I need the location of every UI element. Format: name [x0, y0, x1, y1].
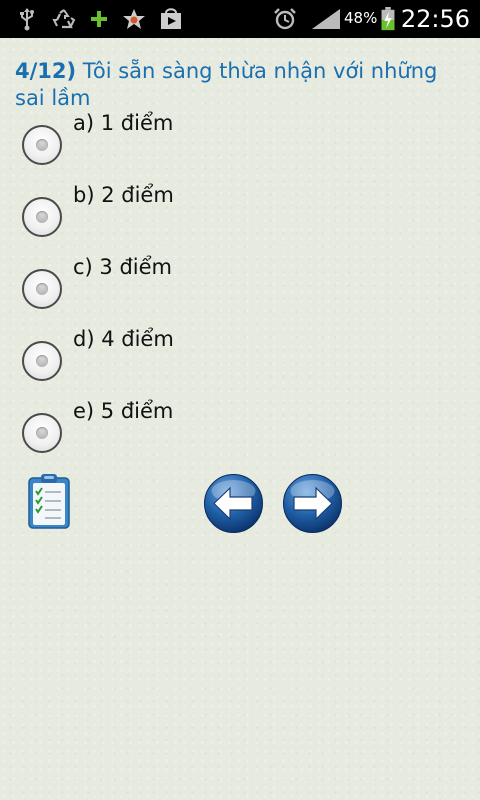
option-b[interactable]: b) 2 điểm	[22, 183, 422, 257]
option-label-b: b) 2 điểm	[73, 183, 174, 207]
alarm-icon	[274, 8, 296, 30]
option-label-c: c) 3 điểm	[73, 255, 172, 279]
option-d[interactable]: d) 4 điểm	[22, 327, 422, 401]
radio-button-b[interactable]	[22, 197, 62, 237]
option-a[interactable]: a) 1 điểm	[22, 111, 422, 185]
plus-icon	[91, 11, 107, 27]
recycle-icon	[52, 9, 76, 29]
play-store-icon	[161, 8, 181, 29]
radio-button-e[interactable]	[22, 413, 62, 453]
signal-icon	[312, 9, 340, 29]
status-bar: 48% 22:56	[0, 0, 480, 38]
radio-button-c[interactable]	[22, 269, 62, 309]
question-text: 4/12) Tôi sẵn sàng thừa nhận với những s…	[15, 58, 465, 112]
option-c[interactable]: c) 3 điểm	[22, 255, 422, 329]
battery-percent: 48%	[344, 9, 378, 27]
next-button[interactable]	[282, 473, 343, 534]
back-button[interactable]	[203, 473, 264, 534]
option-label-d: d) 4 điểm	[73, 327, 174, 351]
star-icon	[123, 9, 145, 29]
clipboard-checklist-icon[interactable]	[26, 472, 72, 532]
question-number: 4/12)	[15, 59, 77, 83]
radio-button-d[interactable]	[22, 341, 62, 381]
question-body: Tôi sẵn sàng thừa nhận với những sai lầm	[15, 59, 438, 110]
option-e[interactable]: e) 5 điểm	[22, 399, 422, 473]
battery-charging-icon	[381, 7, 395, 31]
option-label-e: e) 5 điểm	[73, 399, 174, 423]
clock-time: 22:56	[400, 5, 470, 33]
option-label-a: a) 1 điểm	[73, 111, 174, 135]
radio-button-a[interactable]	[22, 125, 62, 165]
usb-icon	[20, 8, 34, 31]
